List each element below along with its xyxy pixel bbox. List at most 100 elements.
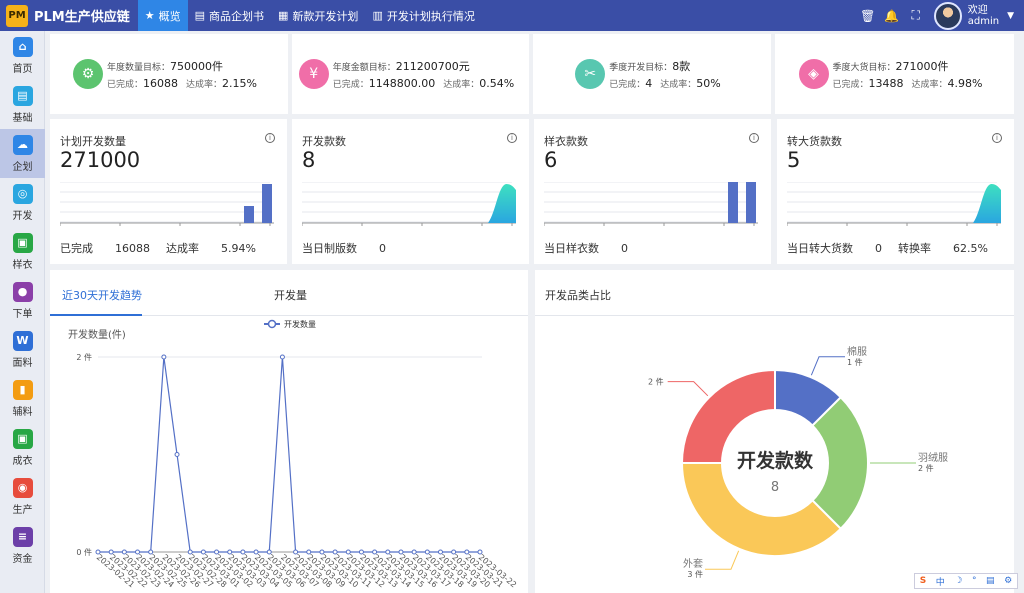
sidebar-item-icon: ☁ bbox=[12, 134, 33, 155]
slice-name-label: 外套 bbox=[683, 557, 703, 570]
kpi-target-value: 8款 bbox=[672, 60, 691, 73]
tab-dev-volume[interactable]: 开发量 bbox=[274, 287, 307, 303]
nav-product-plan[interactable]: ▤ 商品企划书 bbox=[188, 0, 271, 31]
ime-toolbar-item[interactable]: ☽ bbox=[954, 576, 962, 586]
slice-value-label: 2 件 bbox=[918, 463, 934, 473]
kpi-card-quarter-dev: ✂ 季度开发目标：8款 已完成：4 达成率：50% bbox=[533, 34, 771, 114]
slice-value-label: 1 件 bbox=[847, 357, 863, 367]
sidebar-item-5[interactable]: ● 下单 bbox=[0, 276, 45, 325]
sidebar-item-icon: ▤ bbox=[12, 85, 33, 106]
stat-footer: 当日转大货数 0 转换率 62.5% bbox=[787, 240, 1004, 256]
kpi-icon: ◈ bbox=[798, 59, 829, 89]
stat-mini-chart bbox=[60, 182, 274, 226]
ime-toolbar[interactable]: S 中 ☽ ° ▤ ⚙ bbox=[914, 573, 1018, 589]
sidebar-item-0[interactable]: ⌂ 首页 bbox=[0, 31, 45, 80]
kpi-rate-label: 达成率： bbox=[911, 80, 948, 90]
stat-foot-item: 当日样衣数 0 bbox=[544, 242, 628, 255]
kpi-icon: ✂ bbox=[575, 59, 606, 89]
ime-toolbar-item[interactable]: ⚙ bbox=[1004, 576, 1012, 586]
stat-value: 6 bbox=[544, 148, 558, 172]
user-welcome[interactable]: 欢迎 admin bbox=[968, 5, 999, 27]
sidebar-item-icon: ≡ bbox=[12, 526, 33, 547]
avatar[interactable] bbox=[933, 1, 962, 30]
calendar-icon: ▦ bbox=[278, 9, 289, 22]
sidebar-item-label: 样衣 bbox=[12, 259, 33, 271]
top-nav: ★ 概览 ▤ 商品企划书 ▦ 新款开发计划 ▥ 开发计划执行情况 bbox=[137, 0, 482, 31]
sidebar-item-icon: ◉ bbox=[12, 477, 33, 498]
sidebar-item-3[interactable]: ◎ 开发 bbox=[0, 178, 45, 227]
sidebar-item-icon: ▣ bbox=[12, 428, 33, 449]
donut-center-title: 开发款数 bbox=[737, 449, 814, 472]
sidebar-item-label: 资金 bbox=[12, 553, 33, 565]
bell-icon[interactable]: 🔔 bbox=[880, 9, 904, 23]
stat-footer: 当日制版数 0 bbox=[302, 240, 402, 256]
sidebar-item-label: 面料 bbox=[12, 357, 33, 369]
sidebar-item-label: 开发 bbox=[12, 210, 33, 222]
sidebar-item-1[interactable]: ▤ 基础 bbox=[0, 80, 45, 129]
mini-bar bbox=[746, 182, 756, 223]
star-icon: ★ bbox=[144, 9, 155, 22]
sidebar-item-2[interactable]: ☁ 企划 bbox=[0, 129, 45, 178]
sidebar-item-icon: W bbox=[12, 330, 33, 351]
tab-30day-trend[interactable]: 近30天开发趋势 bbox=[62, 287, 142, 303]
stat-foot-item: 达成率 5.94% bbox=[166, 242, 256, 255]
y-axis-title: 开发数量(件) bbox=[68, 328, 126, 341]
sidebar-item-10[interactable]: ≡ 资金 bbox=[0, 521, 45, 570]
kpi-rate-value: 50% bbox=[696, 77, 721, 90]
info-icon[interactable]: i bbox=[507, 133, 517, 143]
stat-footer: 已完成 16088 达成率 5.94% bbox=[60, 240, 272, 256]
sidebar-item-9[interactable]: ◉ 生产 bbox=[0, 472, 45, 521]
kpi-done-value: 1148800.00 bbox=[368, 77, 436, 90]
top-bar: PM PLM生产供应链 ★ 概览 ▤ 商品企划书 ▦ 新款开发计划 ▥ 开发计划执行情况… bbox=[0, 0, 1024, 31]
sidebar-item-label: 企划 bbox=[12, 161, 33, 173]
legend-label: 开发数量 bbox=[284, 319, 316, 329]
ime-toolbar-item[interactable]: 中 bbox=[936, 575, 945, 588]
sidebar-item-icon: ▣ bbox=[12, 232, 33, 253]
kpi-rate-value: 0.54% bbox=[479, 77, 515, 90]
slice-value-label: 2 件 bbox=[648, 377, 664, 387]
info-icon[interactable]: i bbox=[992, 133, 1002, 143]
info-icon[interactable]: i bbox=[265, 133, 275, 143]
stat-value: 271000 bbox=[60, 148, 141, 172]
sidebar-item-4[interactable]: ▣ 样衣 bbox=[0, 227, 45, 276]
kpi-done-value: 4 bbox=[645, 77, 653, 90]
nav-plan-execution[interactable]: ▥ 开发计划执行情况 bbox=[365, 0, 481, 31]
fullscreen-icon[interactable]: ⛶ bbox=[904, 8, 928, 23]
trend-line-chart: 开发数量开发数量(件)2 件0 件2023-02-212023-02-22202… bbox=[68, 319, 518, 589]
donut-center-value: 8 bbox=[771, 480, 779, 495]
sidebar-item-icon: ◎ bbox=[12, 183, 33, 204]
kpi-target-label: 季度开发目标： bbox=[609, 63, 673, 73]
kpi-target-value: 271000件 bbox=[895, 60, 949, 73]
mini-bar bbox=[262, 184, 272, 223]
trend-tabs: 近30天开发趋势 开发量 bbox=[50, 270, 528, 316]
chevron-down-icon[interactable]: ▼ bbox=[1007, 11, 1014, 21]
sidebar-item-icon: ⌂ bbox=[12, 36, 33, 57]
nav-overview[interactable]: ★ 概览 bbox=[137, 0, 188, 31]
data-point bbox=[279, 354, 285, 360]
stat-mini-chart bbox=[302, 182, 516, 226]
sidebar-item-7[interactable]: ▮ 辅料 bbox=[0, 374, 45, 423]
sidebar-item-6[interactable]: W 面料 bbox=[0, 325, 45, 374]
ime-toolbar-item[interactable]: ▤ bbox=[986, 576, 995, 586]
sidebar-item-8[interactable]: ▣ 成衣 bbox=[0, 423, 45, 472]
ime-toolbar-item[interactable]: ° bbox=[972, 576, 977, 586]
stat-foot-item: 当日制版数 0 bbox=[302, 242, 386, 255]
stat-title: 样衣款数 bbox=[544, 135, 588, 148]
ime-logo-icon[interactable]: S bbox=[920, 576, 926, 586]
kpi-rate-value: 2.15% bbox=[222, 77, 257, 90]
slice-name-label: 羽绒服 bbox=[918, 451, 948, 464]
kpi-target-label: 季度大货目标： bbox=[832, 63, 896, 73]
nav-new-dev-plan[interactable]: ▦ 新款开发计划 bbox=[271, 0, 365, 31]
kpi-icon: ⚙ bbox=[73, 59, 103, 89]
info-icon[interactable]: i bbox=[749, 133, 759, 143]
kpi-text: 季度大货目标：271000件 已完成：13488 达成率：4.98% bbox=[833, 58, 991, 90]
stat-title: 计划开发数量 bbox=[60, 135, 126, 148]
trash-icon[interactable]: 🗑 bbox=[856, 9, 880, 23]
stat-card-planned: 计划开发数量 i 271000 已完成 16088 达成率 5.94% bbox=[50, 119, 287, 264]
sidebar-item-label: 下单 bbox=[12, 308, 33, 320]
pie-slice bbox=[680, 462, 843, 557]
stat-mini-chart bbox=[787, 182, 1001, 226]
stat-card-bulk-styles: 转大货款数 i 5 当日转大货数 0 转换率 62.5% bbox=[777, 119, 1014, 264]
kpi-target-value: 750000件 bbox=[170, 60, 224, 73]
book-icon: ▤ bbox=[194, 9, 206, 22]
